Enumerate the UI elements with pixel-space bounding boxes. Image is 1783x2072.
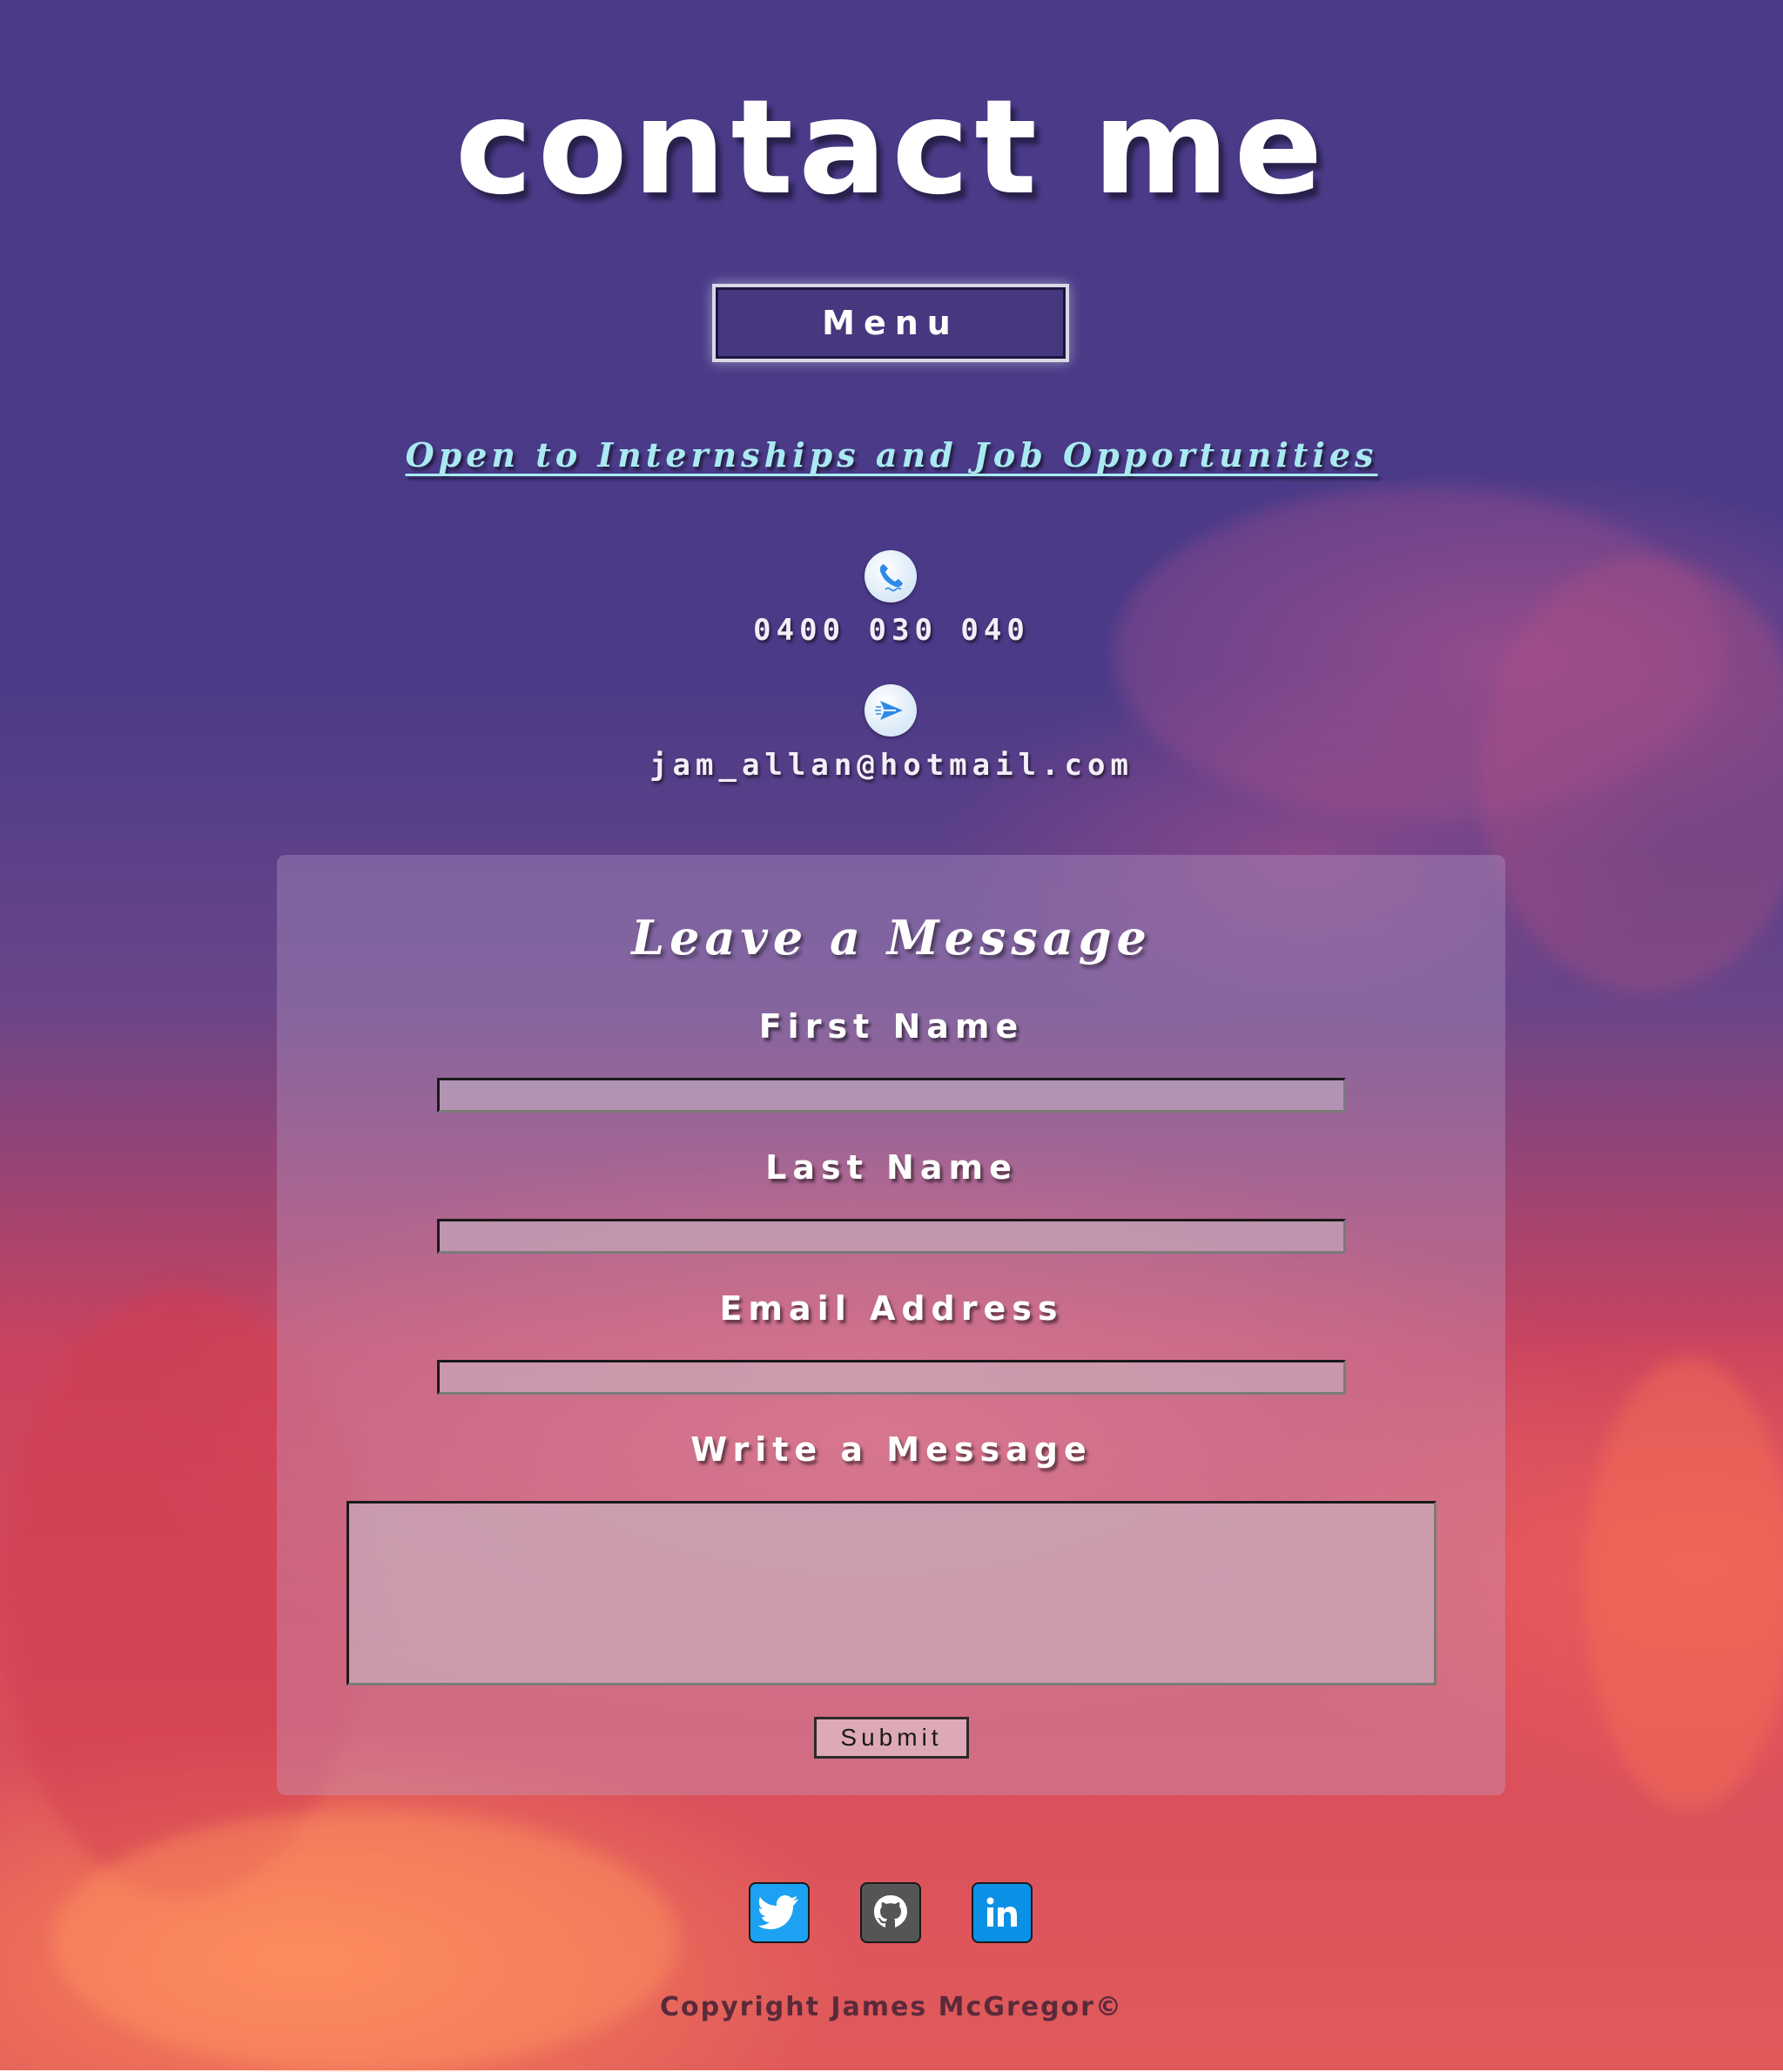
first-name-field[interactable] bbox=[437, 1078, 1346, 1113]
opportunities-link[interactable]: Open to Internships and Job Opportunitie… bbox=[0, 435, 1783, 474]
email-address: jam_allan@hotmail.com bbox=[649, 748, 1134, 783]
phone-icon bbox=[865, 550, 917, 602]
phone-icon-graphic bbox=[879, 564, 903, 592]
last-name-field[interactable] bbox=[437, 1219, 1346, 1254]
github-icon bbox=[874, 1895, 907, 1927]
email-field[interactable] bbox=[437, 1360, 1346, 1395]
page-title: contact me bbox=[454, 72, 1329, 224]
email-label: Email Address bbox=[719, 1289, 1064, 1328]
menu-button[interactable]: Menu bbox=[716, 287, 1066, 359]
github-link[interactable] bbox=[860, 1882, 921, 1943]
message-textarea[interactable] bbox=[347, 1501, 1436, 1685]
send-icon bbox=[865, 684, 917, 737]
last-name-label: Last Name bbox=[765, 1148, 1018, 1187]
cloud-decoration bbox=[1585, 1358, 1783, 1811]
twitter-icon bbox=[758, 1895, 798, 1929]
phone-number: 0400 030 040 bbox=[753, 613, 1030, 648]
linkedin-icon bbox=[986, 1897, 1017, 1927]
message-label: Write a Message bbox=[690, 1430, 1093, 1469]
cloud-decoration bbox=[52, 1811, 679, 2072]
form-title: Leave a Message bbox=[631, 910, 1152, 965]
linkedin-link[interactable] bbox=[972, 1882, 1033, 1943]
twitter-link[interactable] bbox=[749, 1882, 810, 1943]
first-name-label: First Name bbox=[758, 1007, 1025, 1046]
send-icon-graphic bbox=[875, 701, 903, 720]
copyright-text: Copyright James McGregor© bbox=[660, 1992, 1123, 2022]
submit-button[interactable]: Submit bbox=[814, 1717, 969, 1759]
